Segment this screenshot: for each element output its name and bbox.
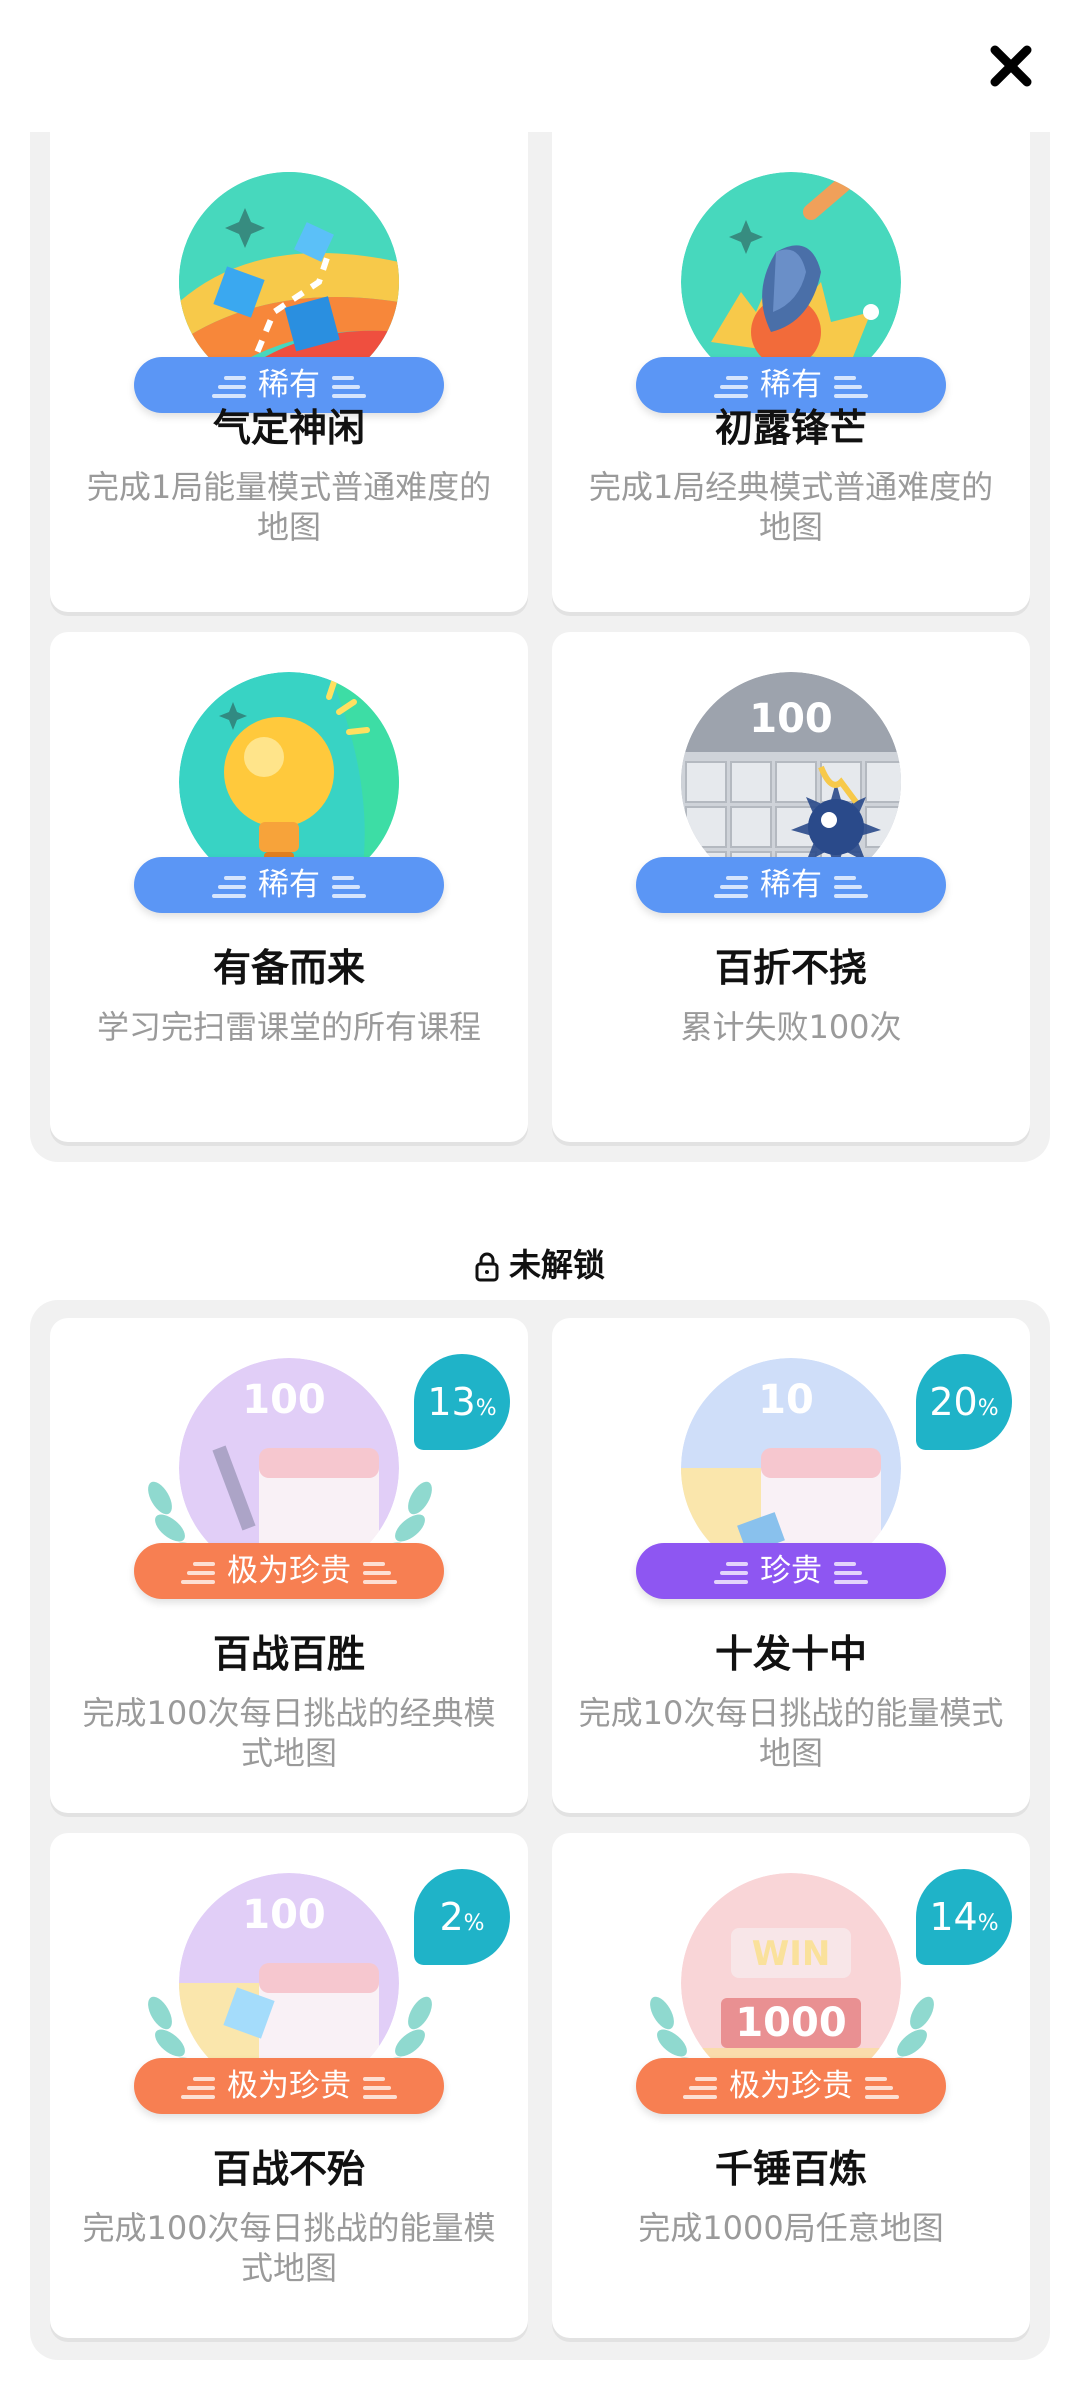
rarity-ribbon: 极为珍贵 — [636, 2058, 946, 2114]
achievement-card[interactable]: 10 珍贵 20% 十发十中 完成10次每日挑战的能量模式地图 — [552, 1318, 1030, 1813]
unlocked-achievements-panel: 稀有 气定神闲 完成1局能量模式普通难度的地图 稀有 初露锋芒 完成1局经典模式… — [30, 132, 1050, 1162]
progress-bubble: 13% — [414, 1354, 510, 1450]
achievement-card[interactable]: 稀有 有备而来 学习完扫雷课堂的所有课程 — [50, 632, 528, 1142]
achievement-card[interactable]: 100 稀有 百折不挠 累计失败100次 — [552, 632, 1030, 1142]
achievement-description: 学习完扫雷课堂的所有课程 — [96, 1008, 481, 1046]
progress-bubble: 20% — [916, 1354, 1012, 1450]
badge-number: 10 — [758, 1377, 814, 1423]
rarity-ribbon: 珍贵 — [636, 1543, 946, 1599]
badge-number: 100 — [749, 696, 833, 742]
achievement-card[interactable]: WIN 1000 极为珍贵 14% 千锤百炼 完成1000局任意地图 — [552, 1833, 1030, 2338]
rarity-ribbon: 极为珍贵 — [134, 2058, 444, 2114]
rarity-ribbon: 极为珍贵 — [134, 1543, 444, 1599]
achievement-title: 十发十中 — [714, 1632, 867, 1676]
achievement-description: 累计失败100次 — [680, 1008, 902, 1046]
achievement-description: 完成1局经典模式普通难度的地图 — [588, 468, 994, 546]
rarity-ribbon: 稀有 — [134, 857, 444, 913]
progress-bubble: 14% — [916, 1869, 1012, 1965]
achievement-card[interactable]: 稀有 初露锋芒 完成1局经典模式普通难度的地图 — [552, 132, 1030, 612]
progress-bubble: 2% — [414, 1869, 510, 1965]
locked-section-label: 未解锁 — [508, 1246, 605, 1284]
achievement-description: 完成100次每日挑战的能量模式地图 — [82, 2209, 496, 2287]
achievement-description: 完成1局能量模式普通难度的地图 — [86, 468, 492, 546]
close-icon[interactable] — [985, 40, 1037, 92]
achievement-card[interactable]: 100 极为珍贵 2% 百战不殆 完成100次每日挑战的能量模式地图 — [50, 1833, 528, 2338]
achievement-card[interactable]: 100 极为珍贵 13% 百战百胜 完成100次每日挑战的经典模式地图 — [50, 1318, 528, 1813]
badge-number: 100 — [242, 1892, 326, 1938]
achievement-title: 百战百胜 — [212, 1632, 365, 1676]
locked-section-header: 未解锁 — [0, 1240, 1080, 1286]
achievement-description: 完成1000局任意地图 — [638, 2209, 944, 2247]
achievement-title: 初露锋芒 — [714, 406, 867, 450]
achievement-title: 百战不殆 — [212, 2147, 365, 2191]
achievement-title: 有备而来 — [212, 946, 365, 990]
badge-number: 100 — [242, 1377, 326, 1423]
locked-achievements-panel: 100 极为珍贵 13% 百战百胜 完成100次每日挑战的经典模式地图 10 珍… — [30, 1300, 1050, 2360]
achievement-card[interactable]: 稀有 气定神闲 完成1局能量模式普通难度的地图 — [50, 132, 528, 612]
achievement-description: 完成10次每日挑战的能量模式地图 — [578, 1694, 1004, 1772]
achievement-title: 百折不挠 — [714, 946, 867, 990]
achievement-title: 气定神闲 — [212, 406, 365, 450]
achievement-title: 千锤百炼 — [714, 2147, 867, 2191]
achievement-description: 完成100次每日挑战的经典模式地图 — [82, 1694, 496, 1772]
rarity-ribbon: 稀有 — [636, 857, 946, 913]
lock-icon — [475, 1252, 499, 1282]
